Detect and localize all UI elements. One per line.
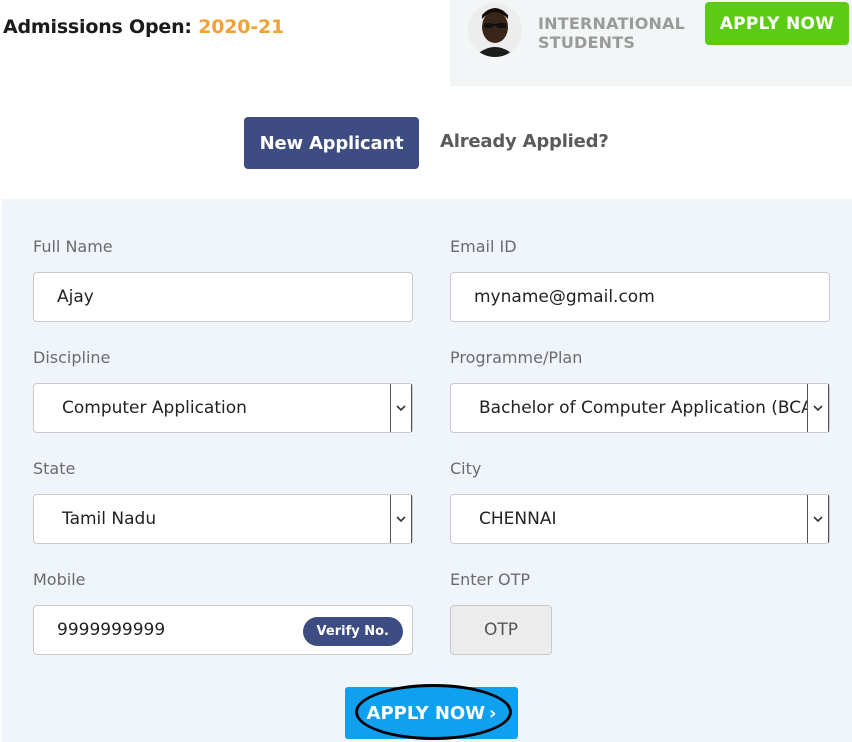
- mobile-value: 9999999999: [57, 620, 166, 640]
- state-value: Tamil Nadu: [62, 509, 157, 529]
- city-select[interactable]: CHENNAI: [450, 494, 830, 544]
- student-avatar: [468, 3, 522, 57]
- chevron-down-icon[interactable]: [390, 384, 412, 432]
- city-label: City: [450, 459, 482, 478]
- avatar-image: [468, 3, 522, 57]
- intl-line-1: INTERNATIONAL: [538, 14, 686, 33]
- international-students-label: INTERNATIONAL STUDENTS: [538, 14, 685, 52]
- international-apply-button[interactable]: APPLY NOW: [705, 2, 849, 45]
- admissions-year: 2020-21: [198, 16, 285, 38]
- mobile-label: Mobile: [33, 570, 86, 589]
- otp-label: Enter OTP: [450, 570, 531, 589]
- intl-line-2: STUDENTS: [538, 33, 636, 52]
- full-name-label: Full Name: [33, 237, 113, 256]
- programme-label: Programme/Plan: [450, 348, 583, 367]
- apply-now-submit-button[interactable]: APPLY NOW ›: [345, 687, 518, 739]
- email-value: myname@gmail.com: [474, 287, 655, 307]
- chevron-down-icon[interactable]: [390, 495, 412, 543]
- full-name-input[interactable]: Ajay: [33, 272, 413, 322]
- discipline-select[interactable]: Computer Application: [33, 383, 413, 433]
- admissions-heading: Admissions Open: 2020-21: [3, 16, 284, 38]
- email-label: Email ID: [450, 237, 517, 256]
- state-label: State: [33, 459, 76, 478]
- city-value: CHENNAI: [479, 509, 557, 529]
- chevron-down-icon[interactable]: [807, 384, 829, 432]
- email-input[interactable]: myname@gmail.com: [450, 272, 830, 322]
- chevron-down-icon[interactable]: [807, 495, 829, 543]
- tab-already-applied[interactable]: Already Applied?: [440, 131, 609, 152]
- otp-placeholder: OTP: [483, 620, 519, 640]
- otp-input[interactable]: OTP: [450, 605, 552, 655]
- mobile-input[interactable]: 9999999999 Verify No.: [33, 605, 413, 655]
- full-name-value: Ajay: [57, 287, 94, 307]
- discipline-label: Discipline: [33, 348, 111, 367]
- tab-new-applicant[interactable]: New Applicant: [244, 117, 419, 169]
- chevron-right-icon: ›: [489, 702, 497, 724]
- discipline-value: Computer Application: [62, 398, 247, 418]
- apply-now-label: APPLY NOW: [366, 702, 486, 724]
- admissions-prefix: Admissions Open:: [3, 16, 192, 38]
- programme-value: Bachelor of Computer Application (BCA): [479, 398, 820, 418]
- state-select[interactable]: Tamil Nadu: [33, 494, 413, 544]
- programme-select[interactable]: Bachelor of Computer Application (BCA): [450, 383, 830, 433]
- verify-number-button[interactable]: Verify No.: [302, 617, 403, 646]
